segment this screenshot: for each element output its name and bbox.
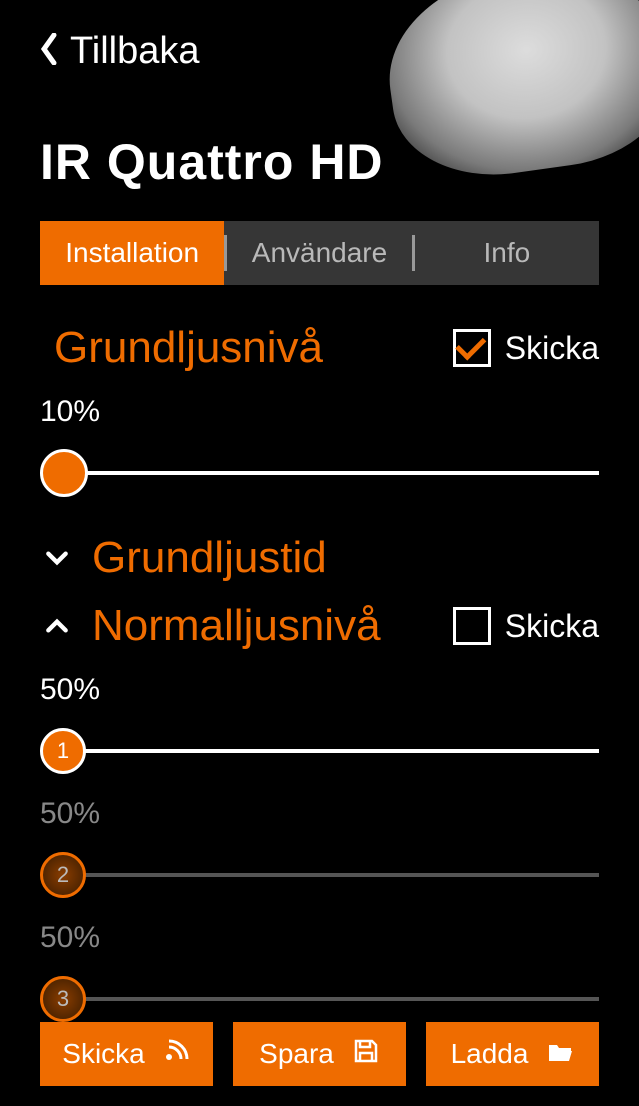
folder-open-icon: [546, 1037, 574, 1072]
section-title: Grundljustid: [92, 533, 327, 583]
slider-normal-1: 50% 1: [40, 673, 599, 775]
save-icon: [352, 1037, 380, 1072]
broadcast-icon: [163, 1037, 191, 1072]
section-title: Grundljusnivå: [40, 323, 323, 373]
slider-basic-light-level: 10%: [40, 395, 599, 497]
button-label: Skicka: [62, 1038, 144, 1070]
section-header-normal-light-level[interactable]: Normalljusnivå Skicka: [40, 601, 599, 651]
section-header-basic-light-level: Grundljusnivå Skicka: [40, 323, 599, 373]
section-header-basic-light-time[interactable]: Grundljustid: [40, 533, 599, 583]
slider-track[interactable]: 1: [40, 727, 599, 775]
thumb-label: 3: [57, 986, 69, 1012]
tabs: Installation Användare Info: [40, 221, 599, 285]
send-label: Skicka: [505, 608, 599, 645]
track-line: [64, 749, 599, 753]
slider-value: 50%: [40, 921, 599, 955]
button-label: Ladda: [451, 1038, 529, 1070]
slider-track[interactable]: 3: [40, 975, 599, 1023]
slider-thumb[interactable]: [40, 449, 88, 497]
slider-normal-3: 50% 3: [40, 921, 599, 1023]
track-line: [64, 873, 599, 877]
send-label: Skicka: [505, 330, 599, 367]
load-button[interactable]: Ladda: [426, 1022, 599, 1086]
tab-user[interactable]: Användare: [227, 221, 411, 285]
send-button[interactable]: Skicka: [40, 1022, 213, 1086]
thumb-label: 2: [57, 862, 69, 888]
slider-value: 10%: [40, 395, 599, 429]
chevron-left-icon: [40, 33, 60, 70]
back-label: Tillbaka: [70, 30, 200, 73]
slider-value: 50%: [40, 673, 599, 707]
bottom-bar: Skicka Spara Ladda: [40, 1022, 599, 1086]
chevron-up-icon: [40, 609, 74, 643]
section-title: Normalljusnivå: [92, 601, 381, 651]
slider-thumb[interactable]: 2: [40, 852, 86, 898]
slider-thumb[interactable]: 3: [40, 976, 86, 1022]
send-toggle-normal[interactable]: Skicka: [453, 607, 599, 645]
button-label: Spara: [259, 1038, 334, 1070]
chevron-down-icon: [40, 541, 74, 575]
thumb-label: 1: [57, 738, 69, 764]
tab-info[interactable]: Info: [415, 221, 599, 285]
save-button[interactable]: Spara: [233, 1022, 406, 1086]
send-toggle-basic[interactable]: Skicka: [453, 329, 599, 367]
slider-thumb[interactable]: 1: [40, 728, 86, 774]
checkbox-icon[interactable]: [453, 329, 491, 367]
slider-track[interactable]: [40, 449, 599, 497]
slider-track[interactable]: 2: [40, 851, 599, 899]
slider-normal-2: 50% 2: [40, 797, 599, 899]
slider-value: 50%: [40, 797, 599, 831]
track-line: [64, 471, 599, 475]
track-line: [64, 997, 599, 1001]
tab-installation[interactable]: Installation: [40, 221, 224, 285]
checkbox-icon[interactable]: [453, 607, 491, 645]
